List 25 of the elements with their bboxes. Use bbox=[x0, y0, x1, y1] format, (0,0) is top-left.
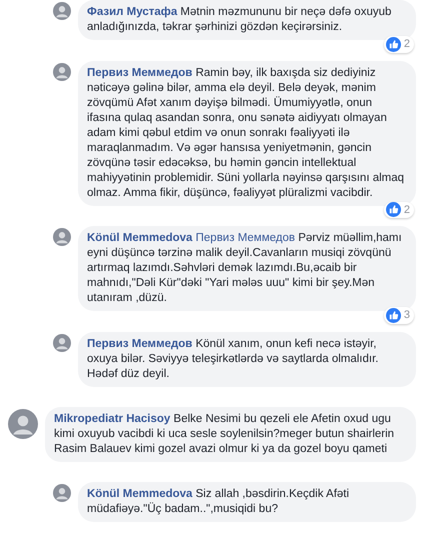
author-link[interactable]: Könül Memmedova bbox=[87, 488, 192, 500]
author-link[interactable]: Фазил Мустафа bbox=[87, 6, 178, 18]
comment-text: Фазил Мустафа Mətnin məzmununu bir neçə dəfə oxuyub anladığınızda, təkrar şərhinizi gözdən keçirərsiniz. bbox=[87, 5, 392, 35]
avatar-icon[interactable] bbox=[53, 62, 71, 80]
like-count: 2 bbox=[404, 37, 411, 52]
mention-link[interactable]: Первиз Меммедов bbox=[196, 232, 295, 244]
thumbs-up-icon bbox=[386, 308, 401, 323]
comment-text: Первиз Меммедов Ramin bəy, ilk baxışda siz dediyiniz nəticəyə gəlinə bilər, amma elə deyil. Belə deyək, mənim zövqümü Afət xanım dəyişə bilmədi. Ümumiyyətlə, onun ifasına qulaq asandan sonra, onu sənətə aidiyyatı olmayan adam kimi qəbul etdim və onun sonrakı fəaliyyəti ilə maraqlanmadım. Və əgər hansısa yeniyetmənin, gəncin zövqünə təsir edəcəksə, bu həmin gəncin intellektual mahiyyətinin problemidir. Süni yollarla nəyinsə qarşısını almaq olmaz. Amma fikir, düşüncə, fəaliyyət plüralizmi vacibdir. bbox=[87, 66, 406, 200]
thumbs-up-icon bbox=[386, 202, 401, 218]
avatar-icon[interactable] bbox=[53, 334, 71, 352]
comment-text: Könül Memmedova Первиз Меммедов Pərviz müəllim,hamı eyni düşüncə tərzinə malik deyil.Cavanların musiqi zövqünü artırmaq lazımdı.Səhvləri demək lazımdı.Bu,əcaib bir mahnıdı,"Dəli Kür"dəki "Yari mələs uuu" kimi bir şey.Mən utanıram ,düzü. bbox=[87, 231, 403, 306]
avatar-icon[interactable] bbox=[53, 484, 71, 502]
like-count: 3 bbox=[404, 308, 411, 323]
thumbs-up-icon bbox=[386, 36, 401, 52]
author-link[interactable]: Mikropediatr Hacisoy bbox=[54, 412, 170, 424]
avatar-icon[interactable] bbox=[8, 408, 38, 438]
author-link[interactable]: Первиз Меммедов bbox=[87, 338, 192, 350]
author-link[interactable]: Первиз Меммедов bbox=[87, 66, 192, 78]
comment-text: Mikropediatr Hacisoy Belke Nesimi bu qezeli ele Afetin oxud ugu kimi oxuyub vacibdi ki uca sesle soylenilsin?meger butun shairlerin Rasim Balauev kimi gozel avazi olmur ki ya da gozel boyu qameti bbox=[54, 412, 396, 456]
comment-text: Первиз Меммедов Könül xanım, onun kefi necə istəyir, oxuya bilər. Səviyyə teleşirkətlərdə və saytlarda olmalıdır. Hədəf düz deyil. bbox=[87, 336, 380, 382]
like-count: 2 bbox=[404, 202, 411, 218]
avatar-icon[interactable] bbox=[53, 228, 71, 246]
author-link[interactable]: Könül Memmedova bbox=[87, 232, 192, 244]
avatar-icon[interactable] bbox=[53, 2, 71, 20]
comment-text: Könül Memmedova Siz allah ,bəsdirin.Keçdik Afəti müdafiəyə."Üç badam..",musiqidi bu? bbox=[87, 486, 350, 516]
